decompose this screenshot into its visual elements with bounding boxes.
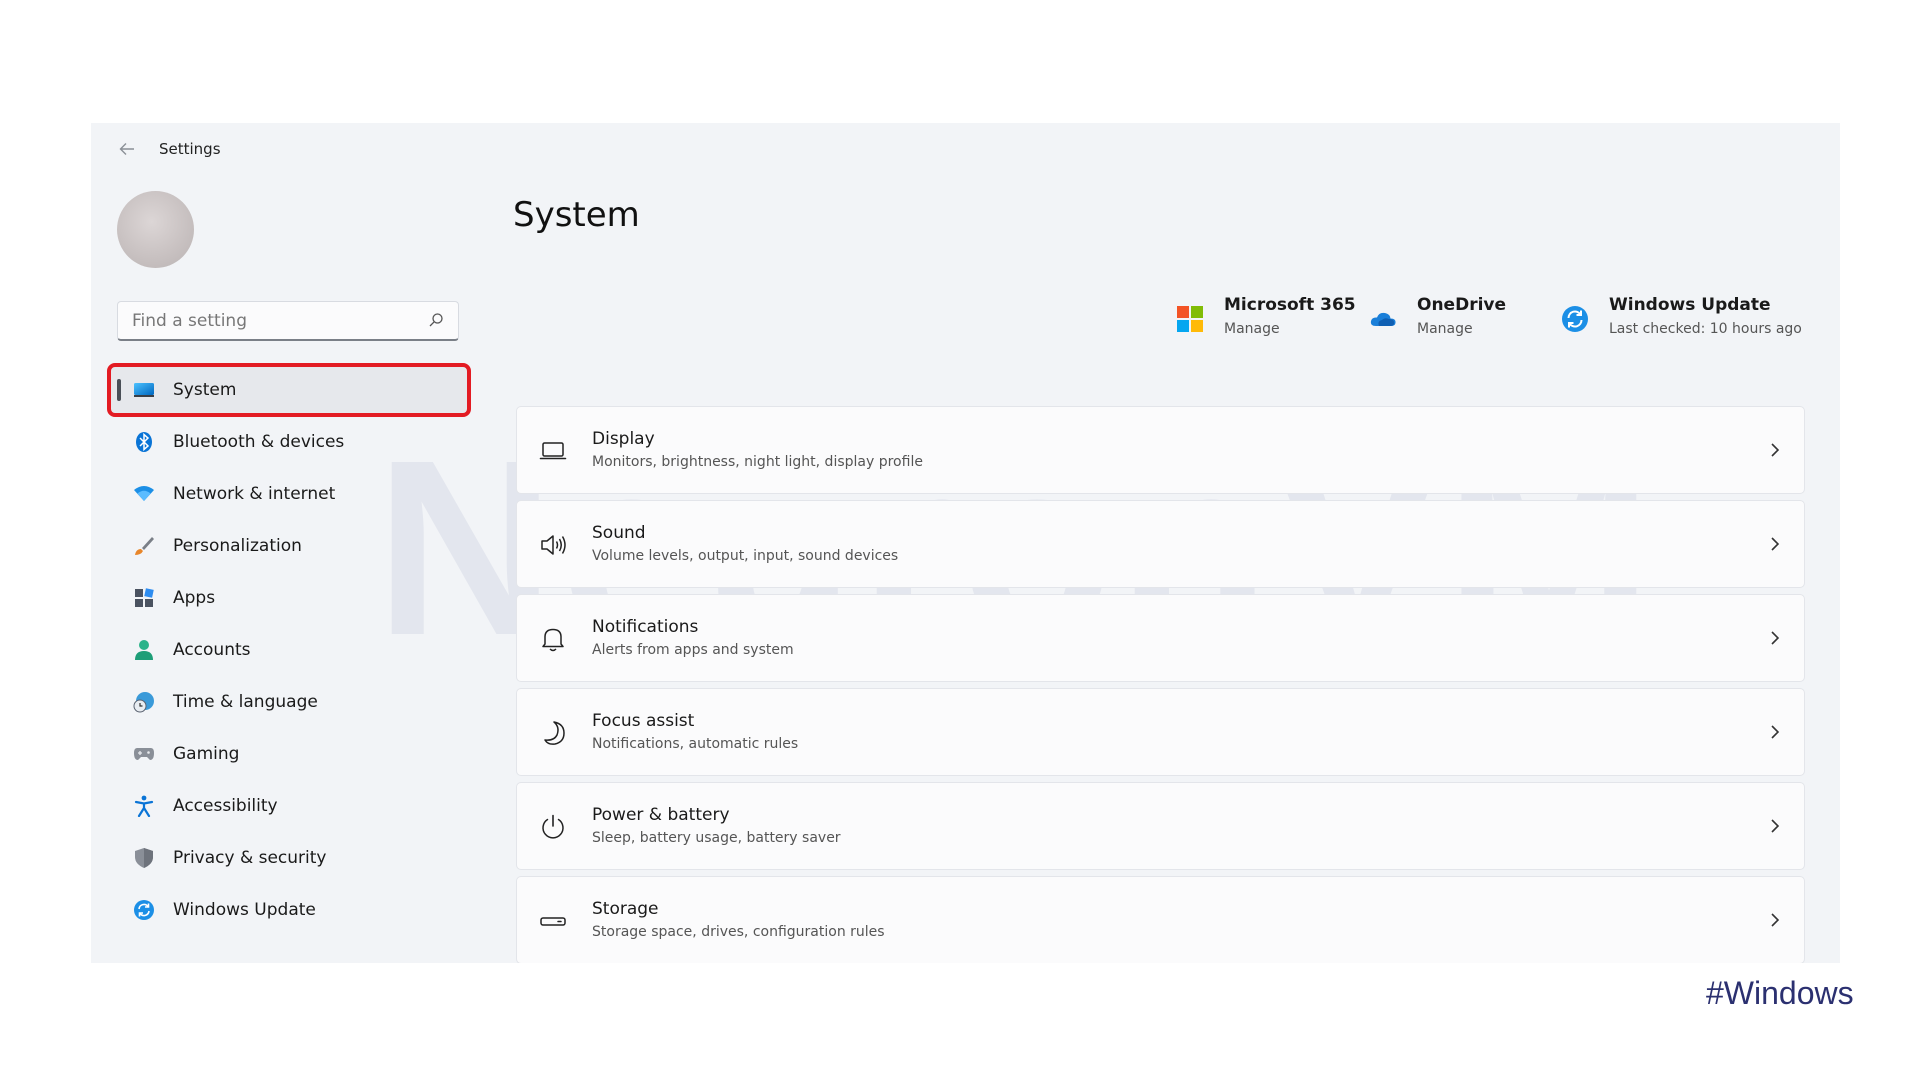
card-title: Focus assist (592, 711, 695, 731)
card-sound[interactable]: Sound Volume levels, output, input, soun… (516, 500, 1805, 588)
power-icon (542, 814, 564, 839)
card-title: Power & battery (592, 805, 730, 825)
bell-icon (542, 628, 564, 652)
chevron-right-icon (1771, 443, 1780, 457)
sidebar-item-accounts[interactable]: Accounts (111, 627, 467, 673)
settings-cards: Display Monitors, brightness, night ligh… (516, 406, 1805, 963)
sidebar-item-label: Privacy & security (173, 848, 327, 868)
title-bar: Settings (91, 123, 1840, 175)
moon-icon (544, 721, 565, 745)
card-title: Sound (592, 523, 646, 543)
sidebar-item-label: Accounts (173, 640, 251, 660)
chevron-right-icon (1771, 913, 1780, 927)
card-power-battery[interactable]: Power & battery Sleep, battery usage, ba… (516, 782, 1805, 870)
sidebar-item-personalization[interactable]: Personalization (111, 523, 467, 569)
update-icon (133, 899, 155, 921)
quick-link-title: OneDrive (1417, 295, 1507, 315)
sidebar-item-network[interactable]: Network & internet (111, 471, 467, 517)
search-input[interactable] (130, 302, 414, 340)
sidebar-item-label: Personalization (173, 536, 302, 556)
apps-icon (133, 587, 155, 609)
chevron-right-icon (1771, 537, 1780, 551)
sidebar-item-label: Gaming (173, 744, 240, 764)
quick-link-onedrive[interactable]: OneDrive Manage (1369, 295, 1506, 337)
bluetooth-icon (133, 431, 155, 453)
card-title: Display (592, 429, 655, 449)
gamepad-icon (133, 743, 155, 765)
app-title: Settings (159, 140, 221, 158)
quick-link-title: Microsoft 365 (1224, 295, 1356, 315)
chevron-right-icon (1771, 819, 1780, 833)
card-storage[interactable]: Storage Storage space, drives, configura… (516, 876, 1805, 963)
card-display[interactable]: Display Monitors, brightness, night ligh… (516, 406, 1805, 494)
sidebar-item-privacy-security[interactable]: Privacy & security (111, 835, 467, 881)
avatar[interactable] (117, 191, 194, 268)
sidebar-item-apps[interactable]: Apps (111, 575, 467, 621)
quick-link-subtitle: Manage (1417, 321, 1473, 337)
drive-icon (540, 917, 566, 926)
onedrive-cloud-icon (1370, 312, 1396, 326)
sidebar-item-label: System (173, 380, 237, 400)
card-subtitle: Notifications, automatic rules (592, 736, 799, 752)
card-subtitle: Alerts from apps and system (592, 642, 794, 658)
sidebar-item-time-language[interactable]: Time & language (111, 679, 467, 725)
update-icon (1562, 306, 1588, 332)
speaker-icon (541, 535, 566, 555)
sidebar-nav: System Bluetooth & devices Network & int… (107, 363, 471, 939)
quick-link-subtitle: Manage (1224, 321, 1280, 337)
card-title: Notifications (592, 617, 699, 637)
shield-icon (133, 847, 155, 869)
quick-link-windows-update[interactable]: Windows Update Last checked: 10 hours ag… (1561, 295, 1802, 337)
sidebar-item-label: Time & language (173, 692, 318, 712)
globe-clock-icon (133, 691, 155, 713)
sidebar-item-label: Windows Update (173, 900, 316, 920)
sidebar-item-label: Bluetooth & devices (173, 432, 345, 452)
microsoft-logo-icon (1177, 306, 1203, 332)
laptop-icon (539, 442, 567, 460)
card-focus-assist[interactable]: Focus assist Notifications, automatic ru… (516, 688, 1805, 776)
sidebar-item-gaming[interactable]: Gaming (111, 731, 467, 777)
sidebar-item-accessibility[interactable]: Accessibility (111, 783, 467, 829)
quick-link-title: Windows Update (1609, 295, 1771, 315)
person-icon (133, 639, 155, 661)
sidebar-item-system[interactable]: System (107, 363, 471, 417)
chevron-right-icon (1771, 725, 1780, 739)
sidebar-item-label: Apps (173, 588, 216, 608)
back-arrow-icon[interactable] (117, 139, 137, 159)
settings-window: NeuronVM Settings System Bluetooth & dev… (91, 123, 1840, 963)
quick-link-subtitle: Last checked: 10 hours ago (1609, 321, 1802, 337)
search-icon[interactable] (428, 312, 444, 328)
accessibility-icon (133, 795, 155, 817)
brush-icon (133, 535, 155, 557)
sidebar-item-windows-update[interactable]: Windows Update (111, 887, 467, 933)
monitor-icon (133, 379, 155, 401)
wifi-icon (133, 483, 155, 505)
chevron-right-icon (1771, 631, 1780, 645)
sidebar-item-label: Network & internet (173, 484, 336, 504)
hashtag-caption: #Windows (1706, 975, 1854, 1011)
card-subtitle: Monitors, brightness, night light, displ… (592, 454, 923, 470)
search-box[interactable] (117, 301, 459, 341)
card-subtitle: Storage space, drives, configuration rul… (592, 924, 885, 940)
quick-link-microsoft-365[interactable]: Microsoft 365 Manage (1176, 295, 1356, 337)
card-notifications[interactable]: Notifications Alerts from apps and syste… (516, 594, 1805, 682)
sidebar-item-bluetooth[interactable]: Bluetooth & devices (111, 419, 467, 465)
sidebar-item-label: Accessibility (173, 796, 278, 816)
card-subtitle: Sleep, battery usage, battery saver (592, 830, 841, 846)
card-subtitle: Volume levels, output, input, sound devi… (592, 548, 899, 564)
card-title: Storage (592, 899, 659, 919)
page-title: System (513, 195, 640, 235)
